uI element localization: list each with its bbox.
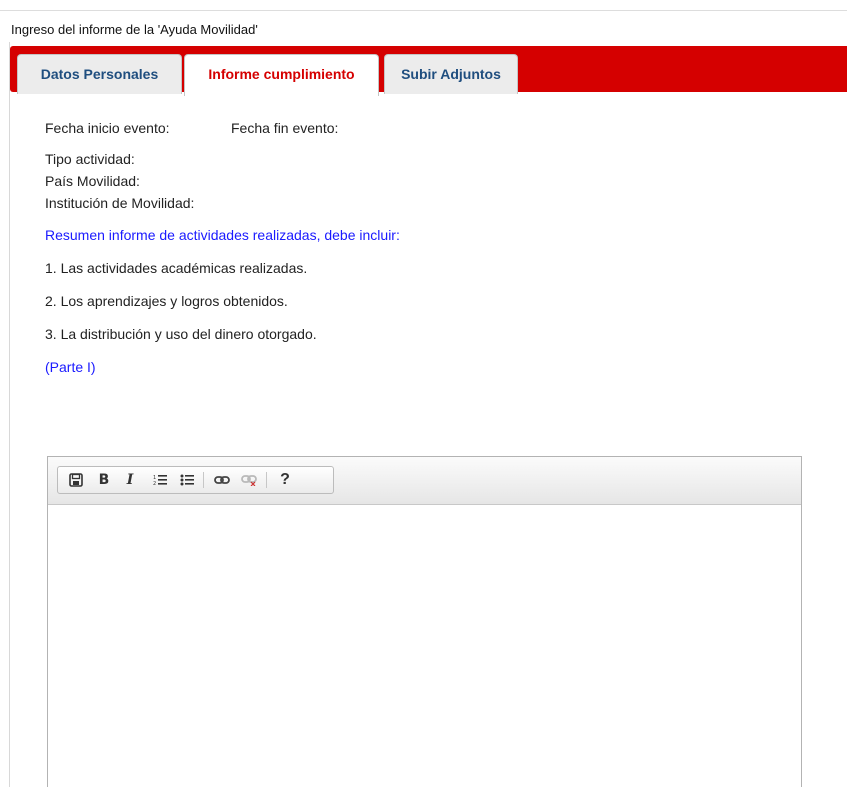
part-label: (Parte I)	[45, 359, 96, 375]
bold-icon: B	[98, 472, 110, 488]
toolbar-button-group: B I 1 2 ?	[57, 466, 334, 494]
bulleted-list-icon	[180, 474, 194, 486]
top-divider	[0, 10, 847, 11]
fecha-inicio-label: Fecha inicio evento:	[45, 120, 170, 136]
tab-strip: Datos Personales Informe cumplimiento Su…	[10, 46, 847, 96]
unlink-icon	[241, 475, 257, 487]
numbered-list-icon: 1 2	[153, 475, 167, 487]
summary-heading: Resumen informe de actividades realizada…	[45, 227, 400, 243]
save-button[interactable]	[65, 470, 87, 490]
summary-item-2: 2. Los aprendizajes y logros obtenidos.	[45, 293, 288, 309]
summary-item-3: 3. La distribución y uso del dinero otor…	[45, 326, 317, 342]
svg-text:2: 2	[153, 481, 156, 486]
window-title: Ingreso del informe de la 'Ayuda Movilid…	[10, 18, 847, 43]
editor-toolbar: B I 1 2 ?	[48, 457, 801, 505]
summary-item-1: 1. Las actividades académicas realizadas…	[45, 260, 308, 276]
italic-icon: I	[126, 472, 134, 488]
tipo-actividad-label: Tipo actividad:	[45, 151, 135, 167]
institucion-movilidad-label: Institución de Movilidad:	[45, 195, 195, 211]
tab-datos-personales[interactable]: Datos Personales	[17, 54, 182, 94]
save-icon	[69, 473, 83, 487]
toolbar-separator	[266, 472, 267, 488]
tab-panel: Datos Personales Informe cumplimiento Su…	[9, 42, 847, 787]
fecha-fin-label: Fecha fin evento:	[231, 120, 339, 136]
help-icon: ?	[280, 471, 290, 488]
numbered-list-button[interactable]: 1 2	[149, 470, 171, 490]
page: Ingreso del informe de la 'Ayuda Movilid…	[0, 0, 847, 787]
editor-text-area[interactable]	[48, 505, 801, 787]
link-icon	[214, 476, 230, 484]
toolbar-separator	[203, 472, 204, 488]
bold-button[interactable]: B	[93, 470, 115, 490]
pais-movilidad-label: País Movilidad:	[45, 173, 140, 189]
link-button[interactable]	[211, 470, 233, 490]
tab-subir-adjuntos[interactable]: Subir Adjuntos	[384, 54, 518, 94]
unlink-button[interactable]	[238, 470, 260, 490]
italic-button[interactable]: I	[119, 470, 141, 490]
rich-text-editor: B I 1 2 ?	[47, 456, 802, 787]
bulleted-list-button[interactable]	[176, 470, 198, 490]
help-button[interactable]: ?	[274, 470, 296, 490]
tab-informe-cumplimiento[interactable]: Informe cumplimiento	[184, 54, 379, 96]
